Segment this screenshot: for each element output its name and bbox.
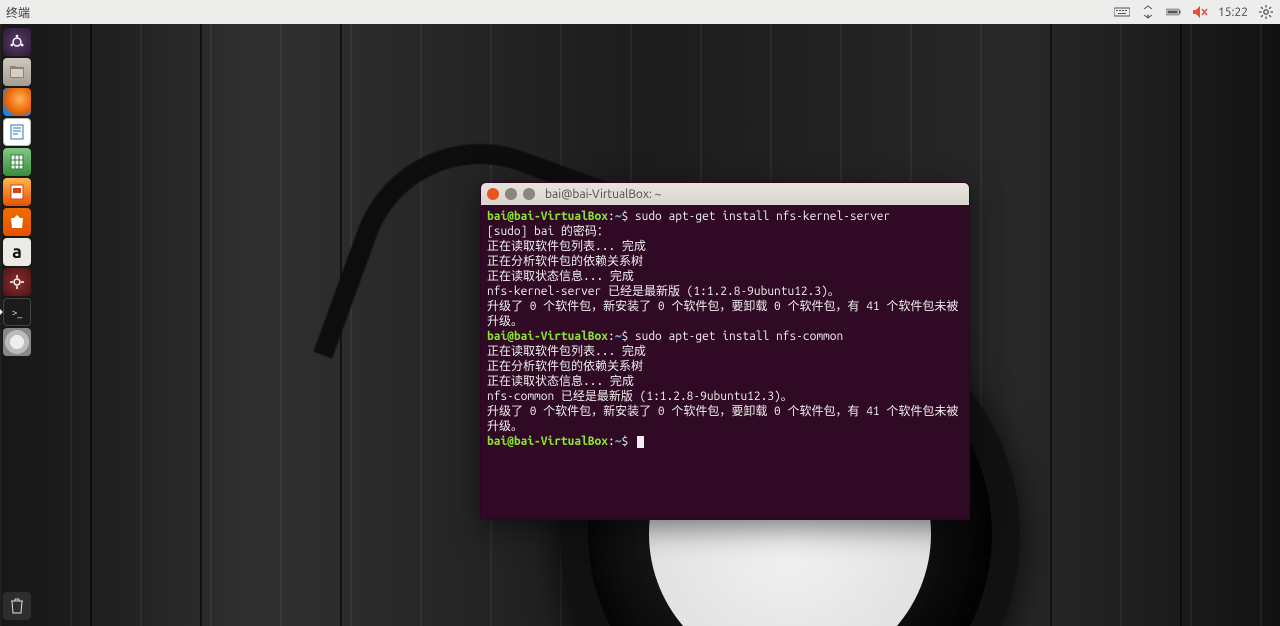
launcher-calc[interactable] <box>3 148 31 176</box>
window-maximize-button[interactable] <box>523 188 535 200</box>
terminal-output-line: 正在分析软件包的依赖关系树 <box>487 359 963 374</box>
terminal-prompt-line: bai@bai-VirtualBox:~$ sudo apt-get insta… <box>487 329 963 344</box>
terminal-output-line: 正在读取状态信息... 完成 <box>487 269 963 284</box>
window-close-button[interactable] <box>487 188 499 200</box>
network-icon[interactable] <box>1140 4 1156 20</box>
launcher-dash[interactable] <box>3 28 31 56</box>
launcher-amazon[interactable]: a <box>3 238 31 266</box>
terminal-output-line: nfs-kernel-server 已经是最新版 (1:1.2.8-9ubunt… <box>487 284 963 299</box>
clock-time[interactable]: 15:22 <box>1218 6 1248 19</box>
terminal-prompt-line: bai@bai-VirtualBox:~$ sudo apt-get insta… <box>487 209 963 224</box>
active-app-name[interactable]: 终端 <box>6 4 30 21</box>
launcher-terminal[interactable]: >_ <box>3 298 31 326</box>
window-titlebar[interactable]: bai@bai-VirtualBox: ~ <box>481 183 969 205</box>
terminal-output-line: [sudo] bai 的密码： <box>487 224 963 239</box>
terminal-output-line: 正在读取软件包列表... 完成 <box>487 239 963 254</box>
terminal-body[interactable]: bai@bai-VirtualBox:~$ sudo apt-get insta… <box>481 205 969 519</box>
terminal-output-line: 升级了 0 个软件包，新安装了 0 个软件包，要卸载 0 个软件包，有 41 个… <box>487 404 963 434</box>
menubar: 终端 15:22 <box>0 0 1280 24</box>
terminal-output-line: 正在读取软件包列表... 完成 <box>487 344 963 359</box>
launcher-trash[interactable] <box>3 592 31 620</box>
gear-icon[interactable] <box>1258 4 1274 20</box>
launcher-software[interactable] <box>3 208 31 236</box>
terminal-prompt-line: bai@bai-VirtualBox:~$ <box>487 434 963 449</box>
terminal-window[interactable]: bai@bai-VirtualBox: ~ bai@bai-VirtualBox… <box>480 182 970 520</box>
window-minimize-button[interactable] <box>505 188 517 200</box>
launcher-settings[interactable] <box>3 268 31 296</box>
launcher-firefox[interactable] <box>3 88 31 116</box>
amazon-glyph: a <box>12 242 22 262</box>
battery-icon[interactable] <box>1166 4 1182 20</box>
terminal-output-line: 正在读取状态信息... 完成 <box>487 374 963 389</box>
terminal-glyph: >_ <box>12 307 23 318</box>
keyboard-icon[interactable] <box>1114 4 1130 20</box>
launcher-disk[interactable] <box>3 328 31 356</box>
terminal-cursor <box>637 436 644 448</box>
window-title: bai@bai-VirtualBox: ~ <box>545 188 661 201</box>
launcher-writer[interactable] <box>3 118 31 146</box>
launcher-files[interactable] <box>3 58 31 86</box>
volume-mute-icon[interactable] <box>1192 4 1208 20</box>
terminal-output-line: 正在分析软件包的依赖关系树 <box>487 254 963 269</box>
terminal-output-line: nfs-common 已经是最新版 (1:1.2.8-9ubuntu12.3)。 <box>487 389 963 404</box>
terminal-output-line: 升级了 0 个软件包，新安装了 0 个软件包，要卸载 0 个软件包，有 41 个… <box>487 299 963 329</box>
launcher: a >_ <box>0 24 34 626</box>
launcher-impress[interactable] <box>3 178 31 206</box>
